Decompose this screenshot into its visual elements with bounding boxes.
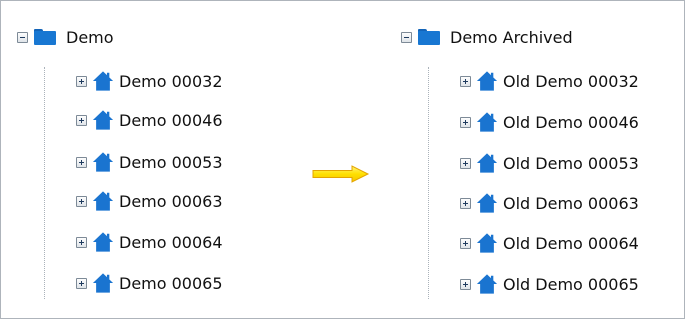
house-icon [92, 232, 114, 252]
tree-branch-line [428, 67, 429, 299]
tree-root-demo[interactable]: Demo [17, 27, 114, 47]
expand-toggle-icon[interactable] [460, 197, 471, 209]
expand-toggle-icon[interactable] [460, 278, 471, 290]
house-icon [476, 193, 498, 213]
house-icon [476, 274, 498, 294]
tree-item-label: Demo 00064 [119, 232, 223, 252]
tree-branch-line [44, 67, 45, 299]
tree-item-label: Old Demo 00063 [503, 193, 639, 213]
tree-item-label: Old Demo 00053 [503, 153, 639, 173]
expand-toggle-icon[interactable] [460, 75, 471, 87]
house-icon [476, 233, 498, 253]
tree-item-label: Old Demo 00046 [503, 112, 639, 132]
tree-item[interactable]: Demo 00064 [76, 230, 223, 254]
tree-item-label: Old Demo 00032 [503, 71, 639, 91]
collapse-toggle-icon[interactable] [401, 31, 412, 43]
folder-icon [34, 29, 56, 45]
tree-item[interactable]: Demo 00065 [76, 271, 223, 295]
house-icon [92, 71, 114, 91]
house-icon [476, 71, 498, 91]
expand-toggle-icon[interactable] [76, 114, 87, 126]
expand-toggle-icon[interactable] [76, 277, 87, 289]
tree-item-label: Old Demo 00064 [503, 233, 639, 253]
arrow-right-icon [312, 165, 370, 183]
tree-item-label: Demo 00065 [119, 273, 223, 293]
house-icon [92, 110, 114, 130]
tree-item[interactable]: Old Demo 00064 [460, 231, 639, 255]
tree-root-demo-archived[interactable]: Demo Archived [401, 27, 573, 47]
expand-toggle-icon[interactable] [76, 195, 87, 207]
house-icon [92, 273, 114, 293]
tree-panel: Demo Demo 00032 Demo 00046 Demo 00053 De… [0, 0, 685, 319]
folder-icon [418, 29, 440, 45]
root-label: Demo [66, 27, 114, 47]
tree-item[interactable]: Demo 00063 [76, 189, 223, 213]
expand-toggle-icon[interactable] [76, 156, 87, 168]
tree-item[interactable]: Old Demo 00065 [460, 272, 639, 296]
tree-item[interactable]: Demo 00032 [76, 69, 223, 93]
tree-item[interactable]: Old Demo 00063 [460, 191, 639, 215]
house-icon [476, 112, 498, 132]
expand-toggle-icon[interactable] [460, 157, 471, 169]
house-icon [92, 191, 114, 211]
expand-toggle-icon[interactable] [460, 116, 471, 128]
expand-toggle-icon[interactable] [460, 237, 471, 249]
tree-item[interactable]: Demo 00046 [76, 108, 223, 132]
tree-item[interactable]: Old Demo 00053 [460, 151, 639, 175]
tree-item-label: Demo 00046 [119, 110, 223, 130]
tree-item-label: Demo 00063 [119, 191, 223, 211]
tree-item[interactable]: Demo 00053 [76, 150, 223, 174]
tree-item-label: Demo 00053 [119, 152, 223, 172]
root-label: Demo Archived [450, 27, 573, 47]
tree-item-label: Demo 00032 [119, 71, 223, 91]
expand-toggle-icon[interactable] [76, 75, 87, 87]
tree-item-label: Old Demo 00065 [503, 274, 639, 294]
collapse-toggle-icon[interactable] [17, 31, 28, 43]
house-icon [476, 153, 498, 173]
expand-toggle-icon[interactable] [76, 236, 87, 248]
tree-item[interactable]: Old Demo 00032 [460, 69, 639, 93]
tree-item[interactable]: Old Demo 00046 [460, 110, 639, 134]
house-icon [92, 152, 114, 172]
